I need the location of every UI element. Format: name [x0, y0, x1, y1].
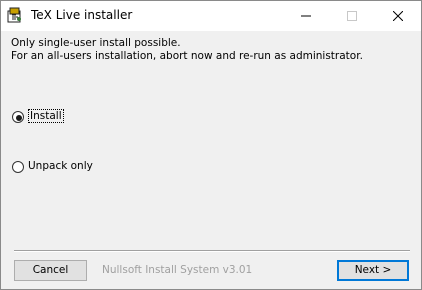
- cancel-button[interactable]: Cancel: [14, 260, 87, 281]
- tex-live-app-icon: [7, 7, 23, 23]
- minimize-button[interactable]: [283, 1, 329, 31]
- radio-selected-dot: [16, 115, 22, 121]
- next-button[interactable]: Next >: [337, 260, 409, 281]
- info-message: Only single-user install possible. For a…: [11, 37, 363, 63]
- minimize-icon: [301, 15, 311, 17]
- title-bar[interactable]: TeX Live installer: [1, 1, 421, 31]
- info-message-line-1: Only single-user install possible.: [11, 37, 181, 49]
- maximize-button[interactable]: [329, 1, 375, 31]
- unpack-only-radio-label[interactable]: Unpack only: [28, 160, 93, 172]
- window-title: TeX Live installer: [31, 8, 133, 22]
- close-button[interactable]: [375, 1, 421, 31]
- install-radio-circle[interactable]: [12, 111, 24, 123]
- dialog-content: Only single-user install possible. For a…: [1, 31, 421, 289]
- nsis-branding: Nullsoft Install System v3.01: [102, 264, 253, 276]
- maximize-icon: [347, 11, 357, 21]
- footer-divider: [14, 250, 410, 252]
- close-icon: [393, 11, 403, 21]
- info-message-line-2: For an all-users installation, abort now…: [11, 50, 363, 62]
- install-radio-label[interactable]: Install: [28, 109, 64, 123]
- unpack-only-radio-circle[interactable]: [12, 161, 24, 173]
- installer-window: TeX Live installer Only single-user inst…: [0, 0, 422, 290]
